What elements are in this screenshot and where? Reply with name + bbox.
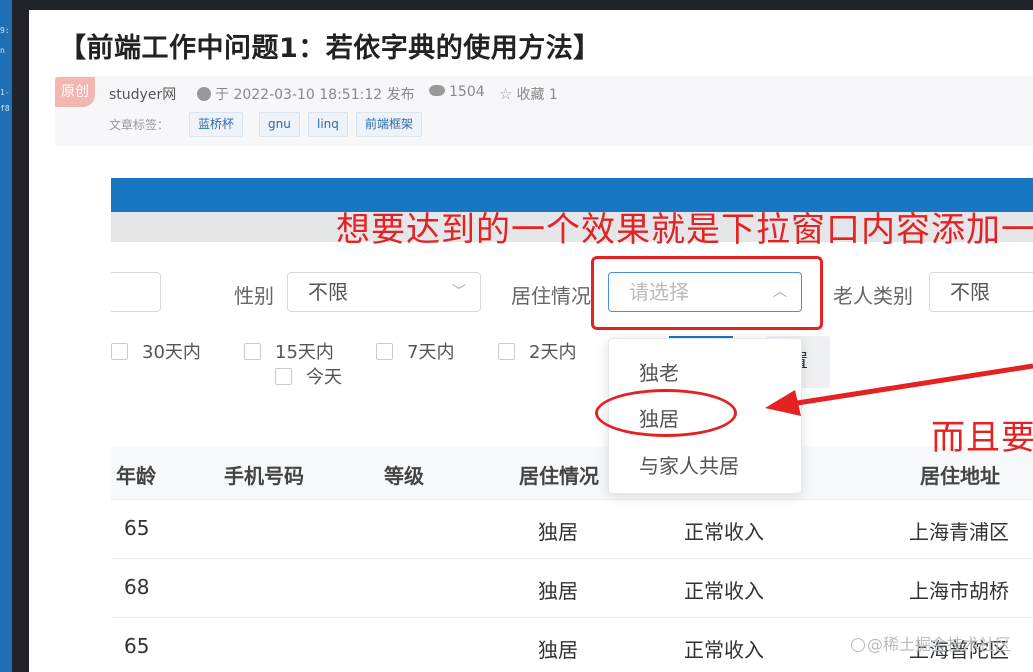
favorite-count: 收藏 1 bbox=[516, 87, 558, 103]
article-page: 【前端工作中问题1：若依字典的使用方法】 原创 studyer网 于 2022-… bbox=[29, 10, 1033, 672]
eye-icon bbox=[429, 85, 445, 96]
tag-link[interactable]: 蓝桥杯 bbox=[189, 112, 244, 137]
publish-info: 于 2022-03-10 18:51:12 发布 bbox=[197, 84, 415, 104]
publish-date: 于 2022-03-10 18:51:12 发布 bbox=[215, 87, 415, 103]
original-badge: 原创 bbox=[55, 77, 95, 107]
tag-link[interactable]: linq bbox=[308, 112, 348, 137]
sidebar-fragment-text: n bbox=[0, 46, 5, 55]
favorite-button[interactable]: ☆ 收藏 1 bbox=[499, 84, 558, 104]
author-link[interactable]: studyer网 bbox=[109, 84, 176, 104]
view-count-value: 1504 bbox=[449, 84, 485, 100]
sidebar-fragment-text: 9: bbox=[0, 26, 10, 35]
annotation-arrow bbox=[765, 363, 1033, 416]
window-gap bbox=[12, 0, 29, 672]
background-window-strip: 9: n 1- f8 bbox=[0, 0, 12, 672]
window-top-edge bbox=[12, 0, 1033, 10]
clock-icon bbox=[197, 87, 211, 101]
sidebar-fragment-text: f8 bbox=[0, 104, 10, 113]
tag-link[interactable]: 前端框架 bbox=[356, 112, 423, 137]
star-icon: ☆ bbox=[499, 85, 513, 103]
watermark-text: @稀土掘金技术社区 bbox=[867, 635, 1012, 654]
tag-link[interactable]: gnu bbox=[259, 112, 300, 137]
sidebar-fragment-text: 1- bbox=[0, 88, 10, 97]
view-count: 1504 bbox=[429, 84, 485, 100]
watermark-logo-icon bbox=[851, 638, 865, 652]
annotation-text-right: 而且要 bbox=[931, 418, 1033, 458]
watermark: @稀土掘金技术社区 bbox=[851, 631, 1011, 655]
embedded-screenshot: 想要达到的一个效果就是下拉窗口内容添加一 性别 不限 ﹀ 居住情况 请选择 ︿ … bbox=[111, 178, 1033, 672]
article-title: 【前端工作中问题1：若依字典的使用方法】 bbox=[59, 33, 601, 64]
tags-label: 文章标签： bbox=[109, 118, 170, 132]
